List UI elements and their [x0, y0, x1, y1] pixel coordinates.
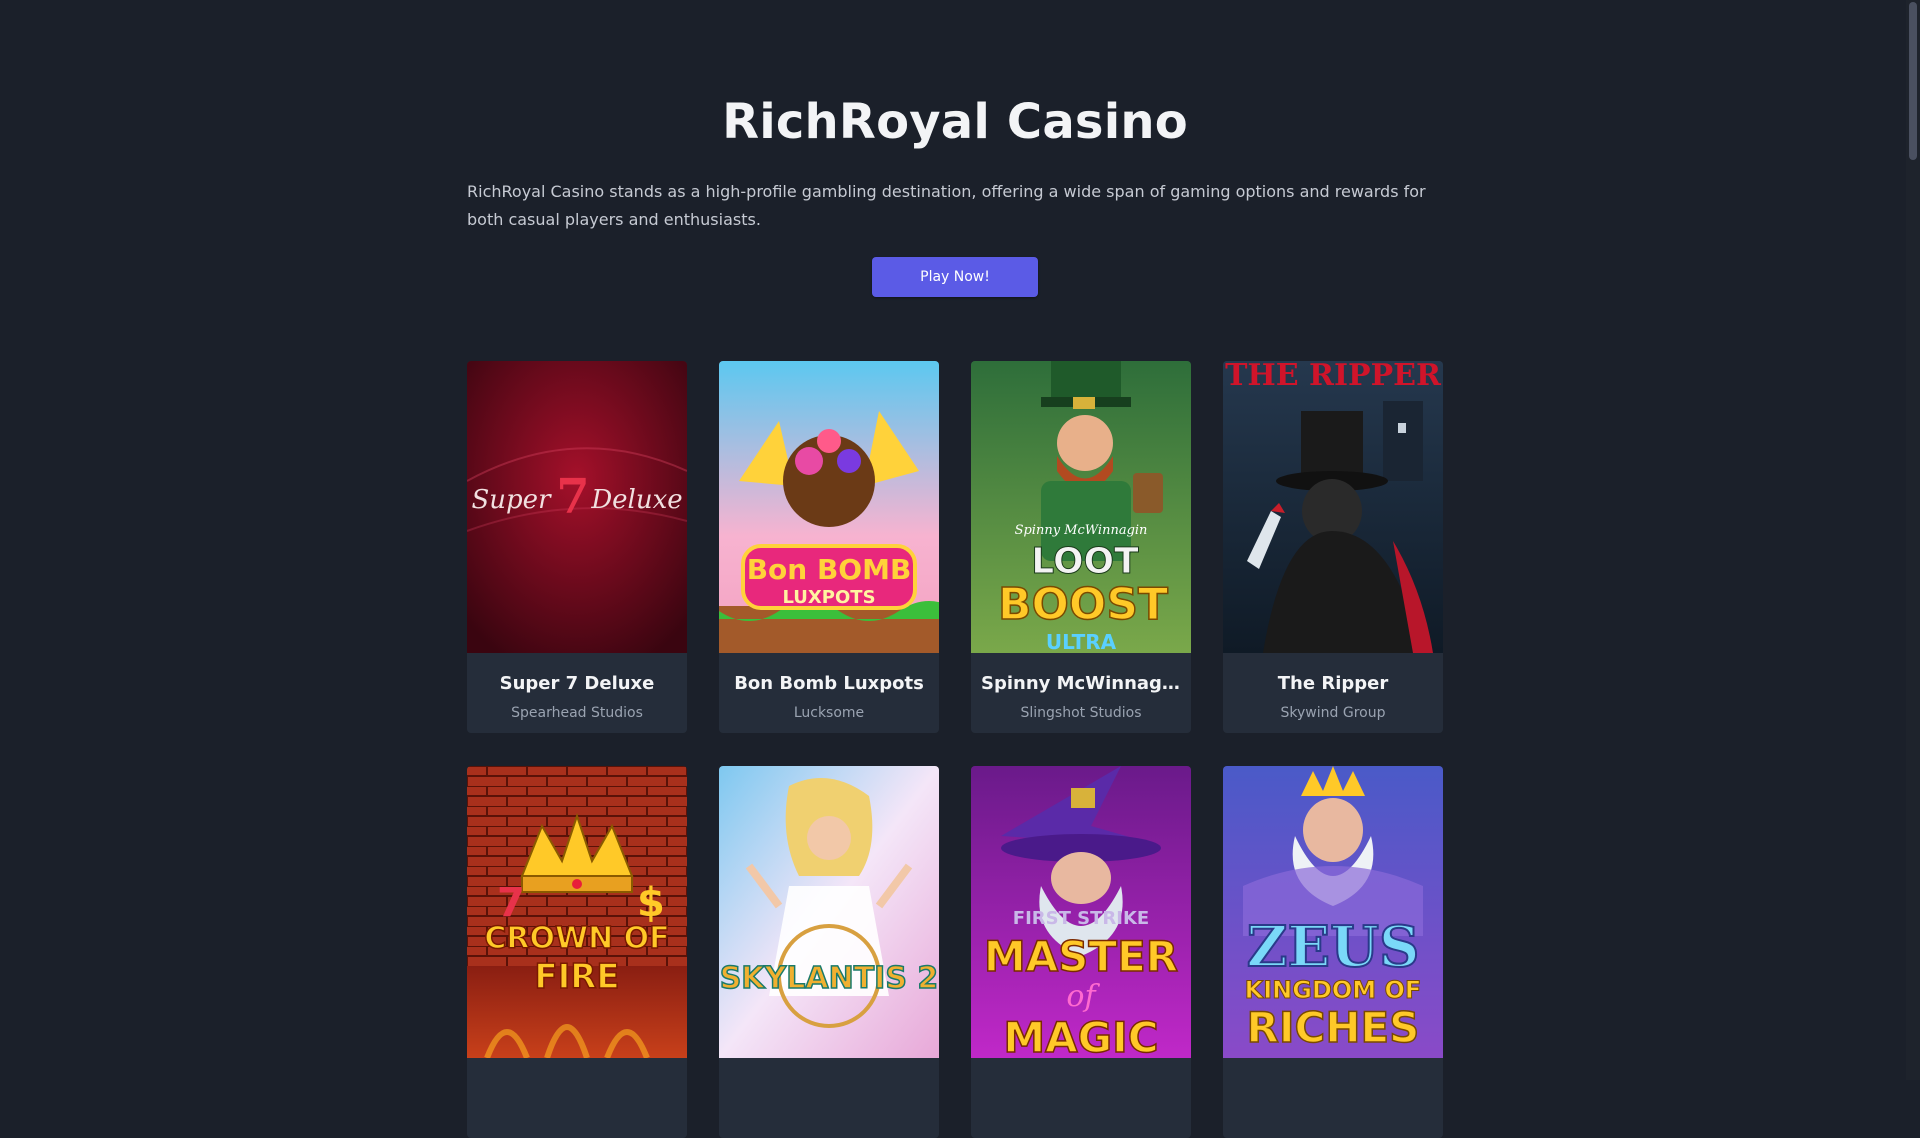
svg-text:ULTRA: ULTRA [1046, 630, 1117, 653]
game-card[interactable]: SKYLANTIS 2 [719, 766, 939, 1138]
svg-text:Super: Super [471, 485, 552, 515]
svg-text:7: 7 [497, 880, 525, 926]
game-title: Spinny McWinnagin... [981, 673, 1191, 694]
master-of-magic-art[interactable]: FIRST STRIKE MASTER of MAGIC [971, 766, 1191, 1058]
svg-text:MAGIC: MAGIC [1003, 1013, 1158, 1058]
play-now-button[interactable]: Play Now! [872, 257, 1038, 297]
svg-text:Spinny McWinnagin: Spinny McWinnagin [1015, 523, 1148, 538]
svg-text:of: of [1066, 979, 1100, 1014]
svg-text:RICHES: RICHES [1247, 1003, 1420, 1052]
game-provider: Slingshot Studios [1020, 705, 1142, 721]
game-provider: Spearhead Studios [511, 705, 643, 721]
svg-text:KINGDOM OF: KINGDOM OF [1245, 976, 1422, 1004]
game-card[interactable]: FIRST STRIKE MASTER of MAGIC [971, 766, 1191, 1138]
game-title: The Ripper [1277, 673, 1389, 694]
svg-text:BOOST: BOOST [998, 579, 1168, 630]
game-provider: Lucksome [793, 705, 865, 721]
loot-boost-art[interactable]: Spinny McWinnagin LOOT BOOST ULTRA [971, 361, 1191, 653]
crown-of-fire-art[interactable]: 7 $ CROWN OF FIRE [467, 766, 687, 1058]
svg-text:ZEUS: ZEUS [1247, 914, 1420, 980]
svg-text:MASTER: MASTER [984, 932, 1178, 981]
game-card[interactable]: Super 7 Deluxe Super 7 Deluxe Spearhead … [467, 361, 687, 733]
zeus-kingdom-of-riches-art[interactable]: ZEUS KINGDOM OF RICHES [1223, 766, 1443, 1058]
svg-text:LOOT: LOOT [1031, 541, 1139, 582]
page-description: RichRoyal Casino stands as a high-profil… [467, 182, 1426, 229]
skylantis-2-art[interactable]: SKYLANTIS 2 [719, 766, 939, 1058]
game-provider: Skywind Group [1280, 705, 1386, 721]
game-title: Super 7 Deluxe [499, 673, 655, 694]
game-card[interactable]: ZEUS KINGDOM OF RICHES [1223, 766, 1443, 1138]
svg-text:FIRE: FIRE [534, 957, 619, 997]
game-card[interactable]: 7 $ CROWN OF FIRE [467, 766, 687, 1138]
svg-text:THE RIPPER: THE RIPPER [1225, 361, 1442, 393]
vertical-scrollbar[interactable] [1906, 0, 1920, 1080]
game-card[interactable]: THE RIPPER The Ripper Skywind Group [1223, 361, 1443, 733]
page: RichRoyal Casino RichRoyal Casino stands… [0, 0, 1906, 1138]
svg-text:Deluxe: Deluxe [590, 485, 682, 515]
games-grid: Super 7 Deluxe Super 7 Deluxe Spearhead … [467, 361, 1443, 1138]
svg-text:$: $ [637, 880, 665, 926]
scrollbar-thumb[interactable] [1909, 2, 1917, 160]
svg-text:CROWN OF: CROWN OF [484, 921, 669, 956]
page-title: RichRoyal Casino [722, 94, 1188, 150]
bon-bomb-luxpots-art[interactable]: Bon BOMB LUXPOTS [719, 361, 939, 653]
svg-text:FIRST STRIKE: FIRST STRIKE [1013, 908, 1149, 929]
svg-text:Bon BOMB: Bon BOMB [747, 553, 912, 586]
the-ripper-art[interactable]: THE RIPPER [1223, 361, 1443, 653]
game-card[interactable]: Spinny McWinnagin LOOT BOOST ULTRA Spinn… [971, 361, 1191, 733]
svg-text:7: 7 [556, 469, 589, 525]
super-7-deluxe-art[interactable]: Super 7 Deluxe [467, 361, 687, 653]
game-card[interactable]: Bon BOMB LUXPOTS Bon Bomb Luxpots Luckso… [719, 361, 939, 733]
svg-text:LUXPOTS: LUXPOTS [782, 587, 875, 608]
game-title: Bon Bomb Luxpots [734, 673, 924, 694]
svg-text:SKYLANTIS 2: SKYLANTIS 2 [720, 961, 939, 996]
